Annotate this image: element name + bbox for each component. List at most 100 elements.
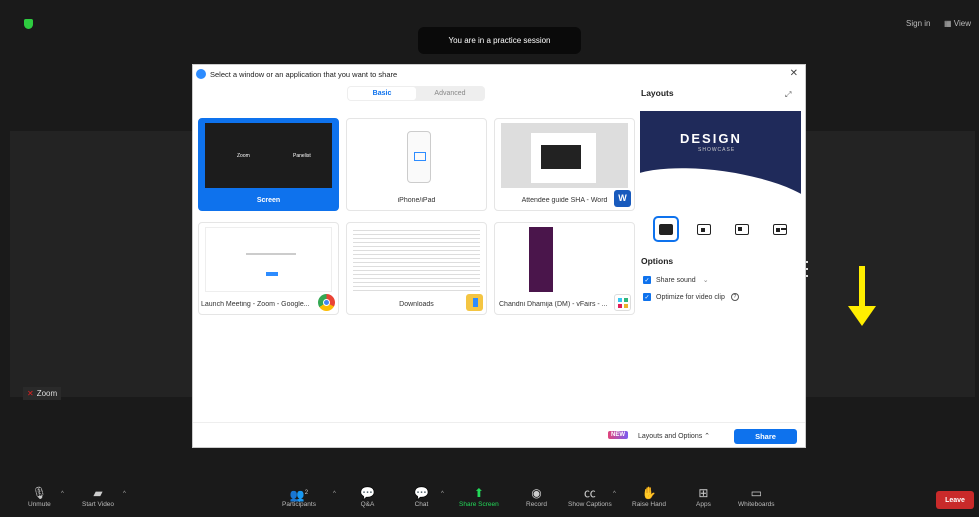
tile-label: iPhone/iPad — [397, 197, 436, 204]
screen-thumbnail: Zoom Panelist — [205, 123, 332, 188]
raise-hand-icon: ✋ — [641, 486, 657, 500]
practice-session-banner: You are in a practice session — [418, 27, 581, 54]
apps-button[interactable]: ⊞ Apps — [696, 485, 711, 508]
participant-name-tag: ✕ Zoom — [23, 387, 62, 400]
whiteboards-button[interactable]: ▭ Whiteboards — [738, 485, 775, 508]
preview-title: DESIGN — [680, 131, 742, 146]
qa-label: Q&A — [360, 501, 375, 508]
share-button[interactable]: Share — [734, 429, 797, 444]
start-video-label: Start Video — [82, 501, 115, 508]
grid-icon: ▦ — [944, 19, 954, 28]
chat-button[interactable]: 💬 Chat — [414, 485, 429, 508]
ipad-airplay-icon — [407, 131, 431, 183]
thumb-text: Panelist — [293, 153, 311, 159]
participants-button[interactable]: 👥2 Participants — [282, 485, 316, 508]
slack-app-icon — [614, 294, 631, 311]
record-icon: ◉ — [531, 486, 542, 500]
layout-option-picture-in-picture[interactable] — [767, 216, 793, 242]
chevron-up-icon[interactable]: ^ — [123, 491, 126, 497]
folder-download-icon — [466, 294, 483, 311]
participants-count: 2 — [304, 490, 309, 496]
record-label: Record — [526, 501, 547, 508]
chevron-up-icon: ⌃ — [704, 433, 711, 440]
down-arrow-annotation-icon — [848, 266, 876, 326]
dialog-title: Select a window or an application that y… — [196, 69, 397, 79]
whiteboard-icon: ▭ — [750, 486, 762, 500]
sign-in-link[interactable]: Sign in — [906, 19, 930, 28]
layout-option-screen-only[interactable] — [653, 216, 679, 242]
captions-icon: ㏄ — [583, 486, 596, 500]
unmute-label: Unmute — [28, 501, 51, 508]
optimize-video-label: Optimize for video clip — [656, 293, 725, 301]
tab-basic[interactable]: Basic — [348, 87, 416, 100]
share-screen-dialog: Select a window or an application that y… — [192, 64, 806, 448]
chevron-up-icon[interactable]: ^ — [333, 491, 336, 497]
standard-layout-icon — [697, 223, 711, 235]
whiteboards-label: Whiteboards — [738, 501, 775, 508]
side-by-side-icon — [735, 223, 749, 235]
tab-advanced[interactable]: Advanced — [416, 87, 484, 100]
share-sound-checkbox[interactable]: ✓ — [643, 276, 651, 284]
unmute-button[interactable]: 🎙 Unmute — [28, 485, 51, 508]
share-sound-option[interactable]: ✓ Share sound ⌄ — [643, 276, 709, 284]
new-badge: NEW — [608, 431, 628, 439]
thumb-text: Zoom — [237, 153, 250, 159]
show-captions-label: Show Captions — [568, 501, 612, 508]
chevron-up-icon[interactable]: ^ — [441, 491, 444, 497]
page-header — [246, 253, 296, 263]
share-tile-word[interactable]: Attendee guide SHA - Word W — [494, 118, 635, 211]
share-tile-iphone-ipad[interactable]: iPhone/iPad — [346, 118, 487, 211]
share-tile-slack[interactable]: Chandni Dhamija (DM) - vFairs - ... — [494, 222, 635, 315]
slack-thumbnail — [501, 227, 628, 292]
optimize-video-checkbox[interactable]: ✓ — [643, 293, 651, 301]
slack-sidebar — [529, 227, 553, 292]
zoom-meeting-window: You are in a practice session Sign in ▦ … — [0, 0, 979, 517]
qa-button[interactable]: 💬 Q&A — [360, 485, 375, 508]
raise-hand-button[interactable]: ✋ Raise Hand — [632, 485, 666, 508]
share-screen-label: Share Screen — [459, 501, 499, 508]
participants-label: Participants — [282, 501, 316, 508]
page-button — [266, 272, 278, 276]
participant-name: Zoom — [36, 389, 58, 398]
word-thumbnail — [501, 123, 628, 188]
raise-hand-label: Raise Hand — [632, 501, 666, 508]
qa-icon: 💬 — [360, 486, 375, 500]
help-icon[interactable]: ? — [730, 293, 739, 301]
layouts-and-options-toggle[interactable]: Layouts and Options ⌃ — [638, 432, 710, 440]
meeting-toolbar: 🎙 Unmute ^ ▰ Start Video ^ 👥2 Participants … — [10, 485, 975, 517]
layout-preview: DESIGN SHOWCASE — [640, 111, 801, 201]
zoom-logo-icon — [196, 69, 206, 79]
chat-icon: 💬 — [414, 486, 429, 500]
muted-mic-icon: 🎙 — [31, 486, 47, 500]
encryption-shield-icon[interactable] — [24, 19, 33, 29]
preview-swoop — [640, 157, 801, 201]
chevron-up-icon[interactable]: ^ — [613, 491, 616, 497]
share-tile-screen[interactable]: Zoom Panelist Screen — [198, 118, 339, 211]
view-button[interactable]: ▦ View — [944, 19, 971, 28]
layout-option-standard[interactable] — [691, 216, 717, 242]
chat-label: Chat — [414, 501, 429, 508]
share-tile-chrome[interactable]: Launch Meeting - Zoom - Google... — [198, 222, 339, 315]
share-mode-tabs: Basic Advanced — [347, 86, 485, 101]
view-label: View — [953, 19, 971, 28]
apps-label: Apps — [696, 501, 711, 508]
close-icon[interactable]: ✕ — [790, 68, 798, 79]
expand-icon[interactable]: ⤢ — [785, 90, 791, 100]
layout-option-side-by-side[interactable] — [729, 216, 755, 242]
chevron-down-icon[interactable]: ⌄ — [703, 276, 709, 284]
chevron-up-icon[interactable]: ^ — [61, 491, 64, 497]
start-video-button[interactable]: ▰ Start Video — [82, 485, 114, 508]
leave-button[interactable]: Leave — [936, 491, 974, 509]
word-app-icon: W — [614, 190, 631, 207]
chrome-thumbnail — [205, 227, 332, 292]
record-button[interactable]: ◉ Record — [526, 485, 547, 508]
preview-subtitle: SHOWCASE — [698, 147, 736, 153]
share-tile-downloads[interactable]: Downloads — [346, 222, 487, 315]
share-screen-icon: ⬆ — [473, 486, 484, 500]
picture-in-picture-icon — [773, 223, 787, 235]
tile-label: Screen — [256, 197, 281, 204]
share-screen-button[interactable]: ⬆ Share Screen — [459, 485, 499, 508]
show-captions-button[interactable]: ㏄ Show Captions — [568, 485, 612, 508]
optimize-video-option[interactable]: ✓ Optimize for video clip ? — [643, 293, 739, 301]
document-page — [531, 133, 596, 183]
